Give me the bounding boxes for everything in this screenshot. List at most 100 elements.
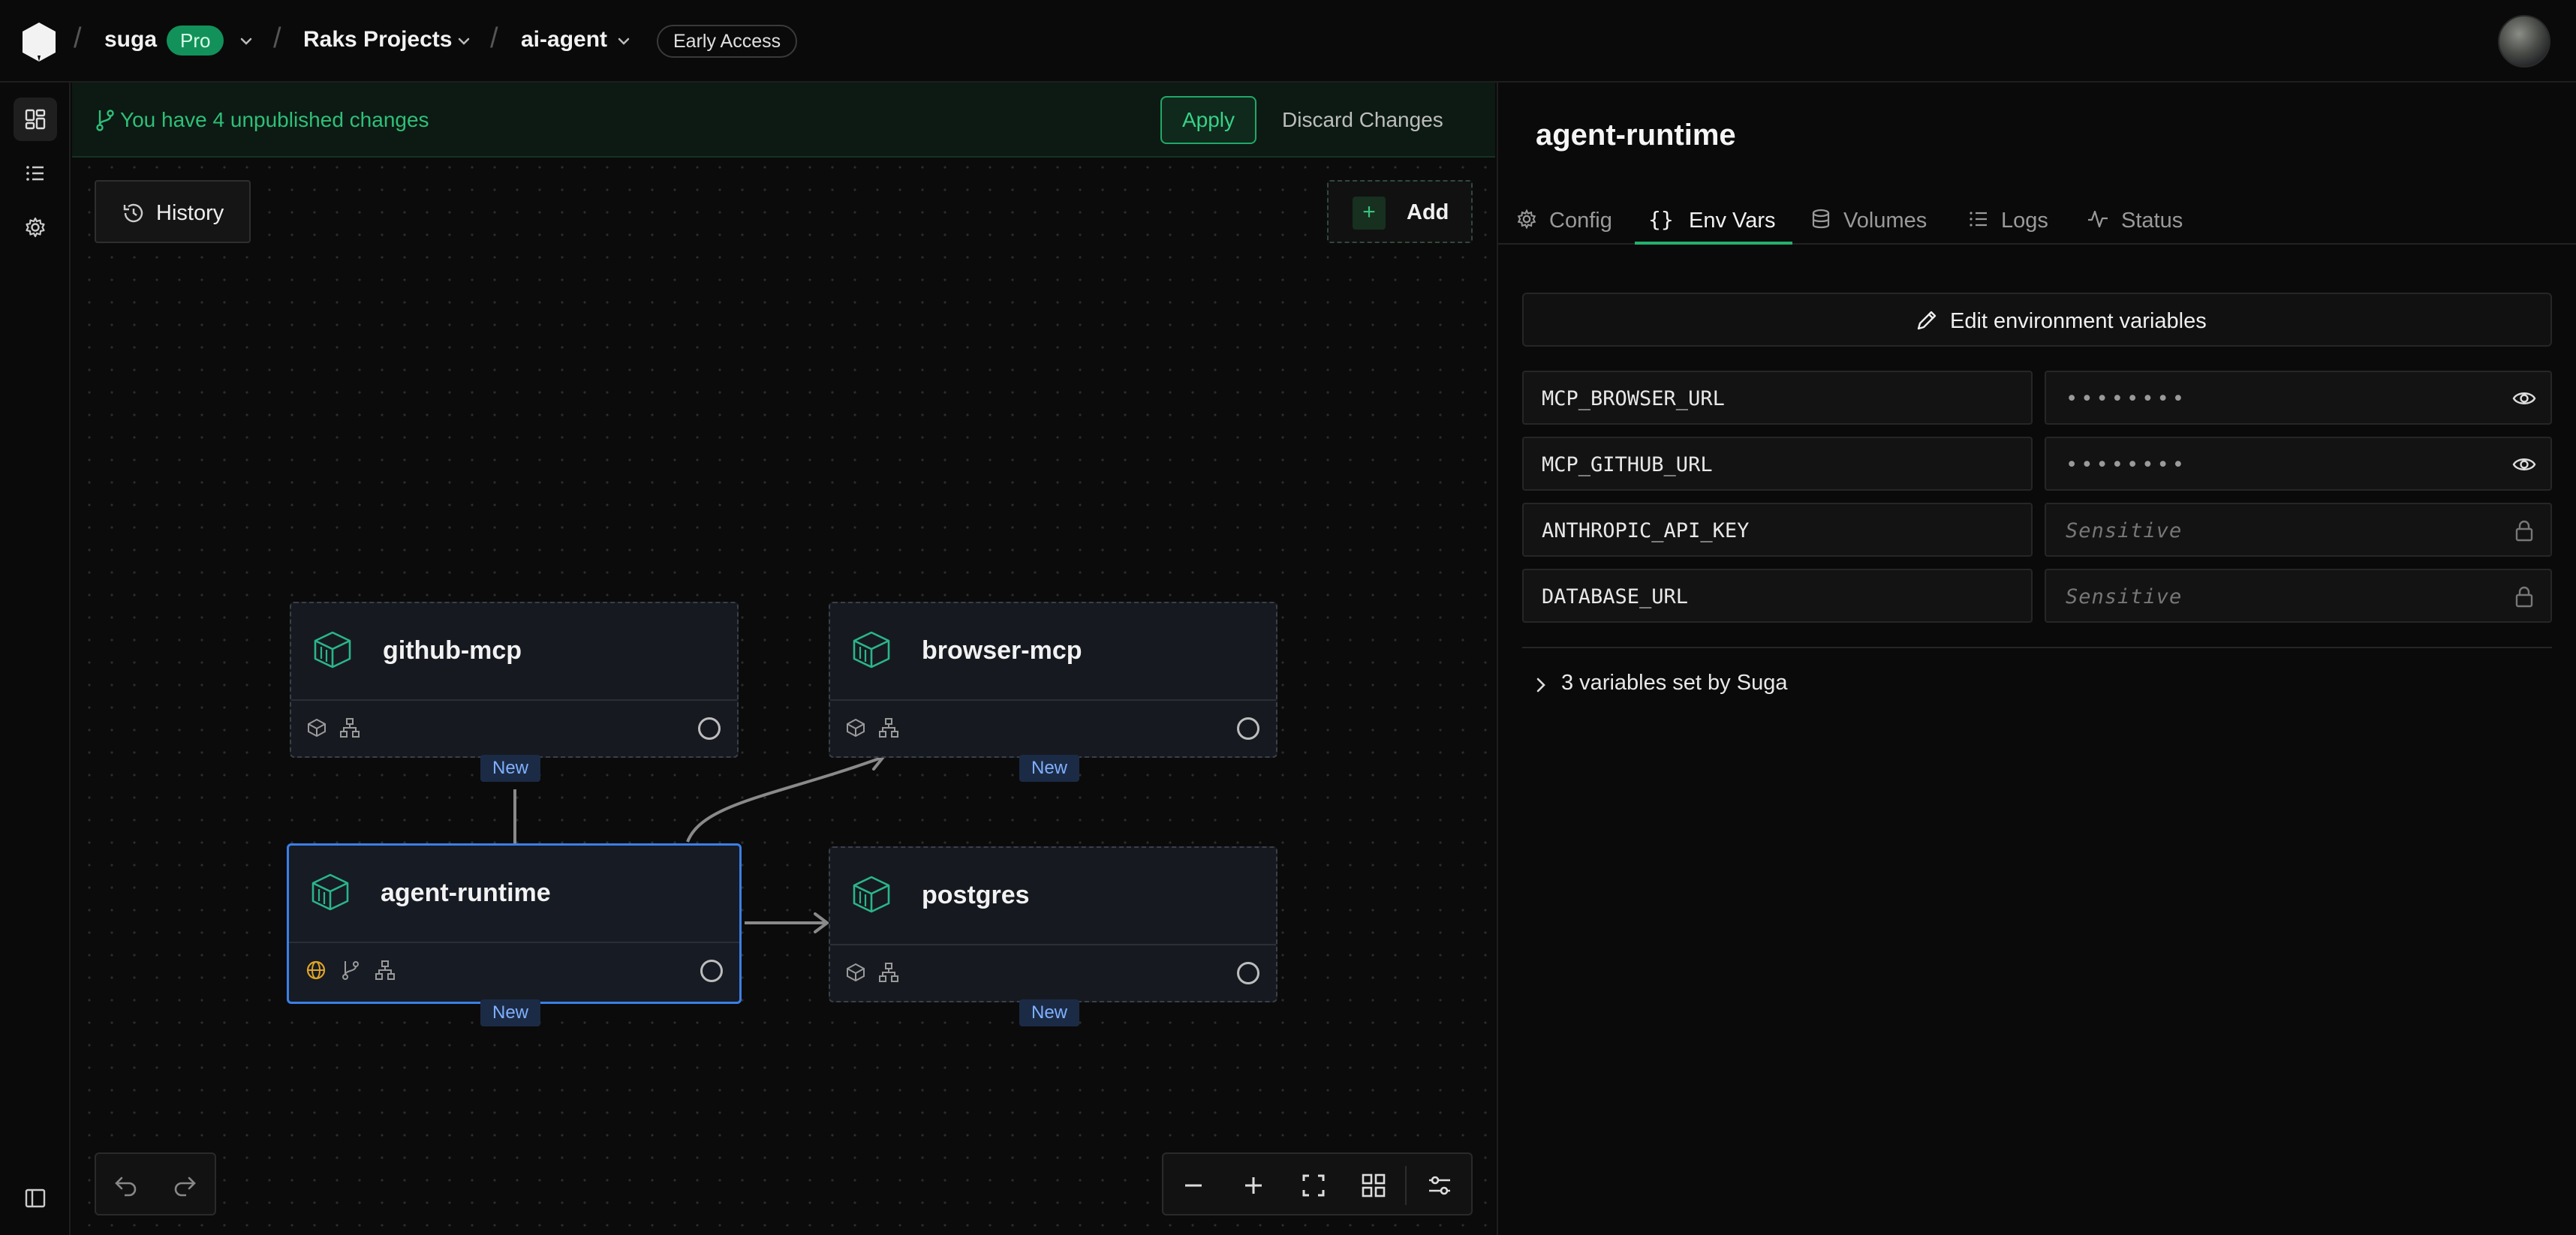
status-indicator [700, 960, 723, 982]
env-var-value: •••••••• [2066, 387, 2188, 410]
service-node-browser-mcp[interactable]: browser-mcp [829, 602, 1277, 758]
list-icon [1970, 212, 1987, 227]
left-rail [0, 83, 71, 1235]
env-var-value-field[interactable]: •••••••• [2045, 371, 2552, 425]
node-divider [830, 699, 1276, 701]
pencil-icon [1917, 311, 1937, 330]
chevron-down-icon[interactable] [615, 33, 632, 50]
chevron-down-icon[interactable] [238, 33, 254, 50]
grid-icon[interactable] [1360, 1172, 1387, 1199]
tab-volumes-label: Volumes [1843, 209, 1927, 233]
tab-env-vars-label: Env Vars [1689, 209, 1776, 233]
activity-icon [2088, 210, 2108, 228]
tab-status-label: Status [2121, 209, 2183, 233]
lock-icon [2515, 586, 2533, 608]
node-divider [289, 942, 739, 943]
service-details-panel: agent-runtime Config {} Env Vars Volumes… [1497, 83, 2576, 1235]
undo-redo-controls [95, 1152, 216, 1215]
node-divider [830, 944, 1276, 945]
edit-env-vars-button[interactable]: Edit environment variables [1522, 293, 2552, 347]
tab-config-label: Config [1549, 209, 1612, 233]
node-title: postgres [922, 881, 1030, 909]
edge-agent-runtime-browser-mcp [686, 756, 882, 843]
suga-variables-toggle[interactable]: 3 variables set by Suga [1561, 671, 1787, 696]
env-var-value-field[interactable]: •••••••• [2045, 437, 2552, 491]
zoom-in-icon[interactable] [1240, 1172, 1267, 1199]
zoom-out-icon[interactable] [1180, 1172, 1207, 1199]
env-var-value: •••••••• [2066, 453, 2188, 476]
status-indicator [1237, 717, 1259, 740]
tab-status[interactable]: Status [2087, 194, 2192, 245]
tab-env-vars[interactable]: {} Env Vars [1635, 194, 1792, 245]
list-icon[interactable] [14, 152, 57, 195]
network-icon [879, 718, 898, 738]
org-name[interactable]: suga [104, 27, 157, 53]
node-title: agent-runtime [381, 879, 551, 907]
service-node-github-mcp[interactable]: github-mcp [290, 602, 739, 758]
new-tag: New [1019, 999, 1080, 1026]
tab-config[interactable]: Config [1516, 194, 1629, 245]
database-icon [1812, 209, 1830, 229]
new-tag: New [480, 999, 541, 1026]
tab-volumes[interactable]: Volumes [1810, 194, 1940, 245]
gear-icon [1517, 209, 1536, 230]
env-var-value: Sensitive [2066, 585, 2183, 608]
panel-divider [1522, 647, 2552, 648]
edges-layer [513, 752, 886, 933]
logo-icon[interactable] [20, 21, 59, 63]
service-canvas[interactable]: You have 4 unpublished changes Apply Dis… [72, 83, 1495, 1235]
box-icon [847, 718, 865, 738]
status-indicator [698, 717, 721, 740]
panel-title: agent-runtime [1536, 119, 1736, 152]
project-name[interactable]: Raks Projects [303, 27, 452, 53]
gear-icon[interactable] [14, 206, 57, 249]
breadcrumb-separator: / [490, 23, 498, 54]
new-tag: New [1019, 755, 1080, 782]
top-bar: / suga Pro / Raks Projects / ai-agent Ea… [0, 0, 2576, 83]
env-var-value-field[interactable]: Sensitive [2045, 503, 2552, 557]
breadcrumb-separator: / [74, 23, 82, 54]
env-var-value-field[interactable]: Sensitive [2045, 569, 2552, 623]
env-var-key: DATABASE_URL [1522, 569, 2033, 623]
container-icon [853, 876, 890, 913]
node-title: github-mcp [383, 636, 522, 665]
sidebar-toggle-icon[interactable] [14, 1176, 57, 1220]
undo-icon[interactable] [113, 1172, 140, 1199]
breadcrumb-separator: / [273, 23, 281, 54]
redo-icon[interactable] [171, 1172, 198, 1199]
panel-tabs: Config {} Env Vars Volumes Logs Status [1498, 194, 2576, 245]
early-access-badge: Early Access [657, 25, 798, 58]
tab-logs[interactable]: Logs [1968, 194, 2058, 245]
network-icon [879, 963, 898, 982]
chevron-right-icon[interactable] [1533, 675, 1549, 695]
chevron-down-icon[interactable] [456, 33, 472, 50]
settings-sliders-icon[interactable] [1426, 1172, 1453, 1199]
container-icon [311, 873, 349, 911]
node-title: browser-mcp [922, 636, 1082, 665]
fit-view-icon[interactable] [1300, 1172, 1327, 1199]
env-var-value: Sensitive [2066, 519, 2183, 542]
new-tag: New [480, 755, 541, 782]
eye-icon[interactable] [2511, 452, 2537, 477]
service-node-agent-runtime[interactable]: agent-runtime [287, 843, 742, 1004]
env-var-key: MCP_GITHUB_URL [1522, 437, 2033, 491]
status-indicator [1237, 962, 1259, 984]
container-icon [314, 631, 351, 669]
environment-name[interactable]: ai-agent [521, 27, 607, 53]
network-icon [340, 718, 360, 738]
service-node-postgres[interactable]: postgres [829, 846, 1277, 1002]
eye-icon[interactable] [2511, 386, 2537, 411]
box-icon [308, 718, 326, 738]
node-divider [291, 699, 737, 701]
box-icon [847, 963, 865, 982]
container-icon [853, 631, 890, 669]
tab-logs-label: Logs [2001, 209, 2048, 233]
control-divider [1405, 1166, 1407, 1205]
plan-badge: Pro [167, 26, 224, 56]
env-var-key: MCP_BROWSER_URL [1522, 371, 2033, 425]
dashboard-icon[interactable] [14, 98, 57, 141]
avatar[interactable] [2498, 15, 2550, 68]
braces-icon: {} [1648, 207, 1674, 232]
lock-icon [2515, 520, 2533, 542]
env-var-key: ANTHROPIC_API_KEY [1522, 503, 2033, 557]
